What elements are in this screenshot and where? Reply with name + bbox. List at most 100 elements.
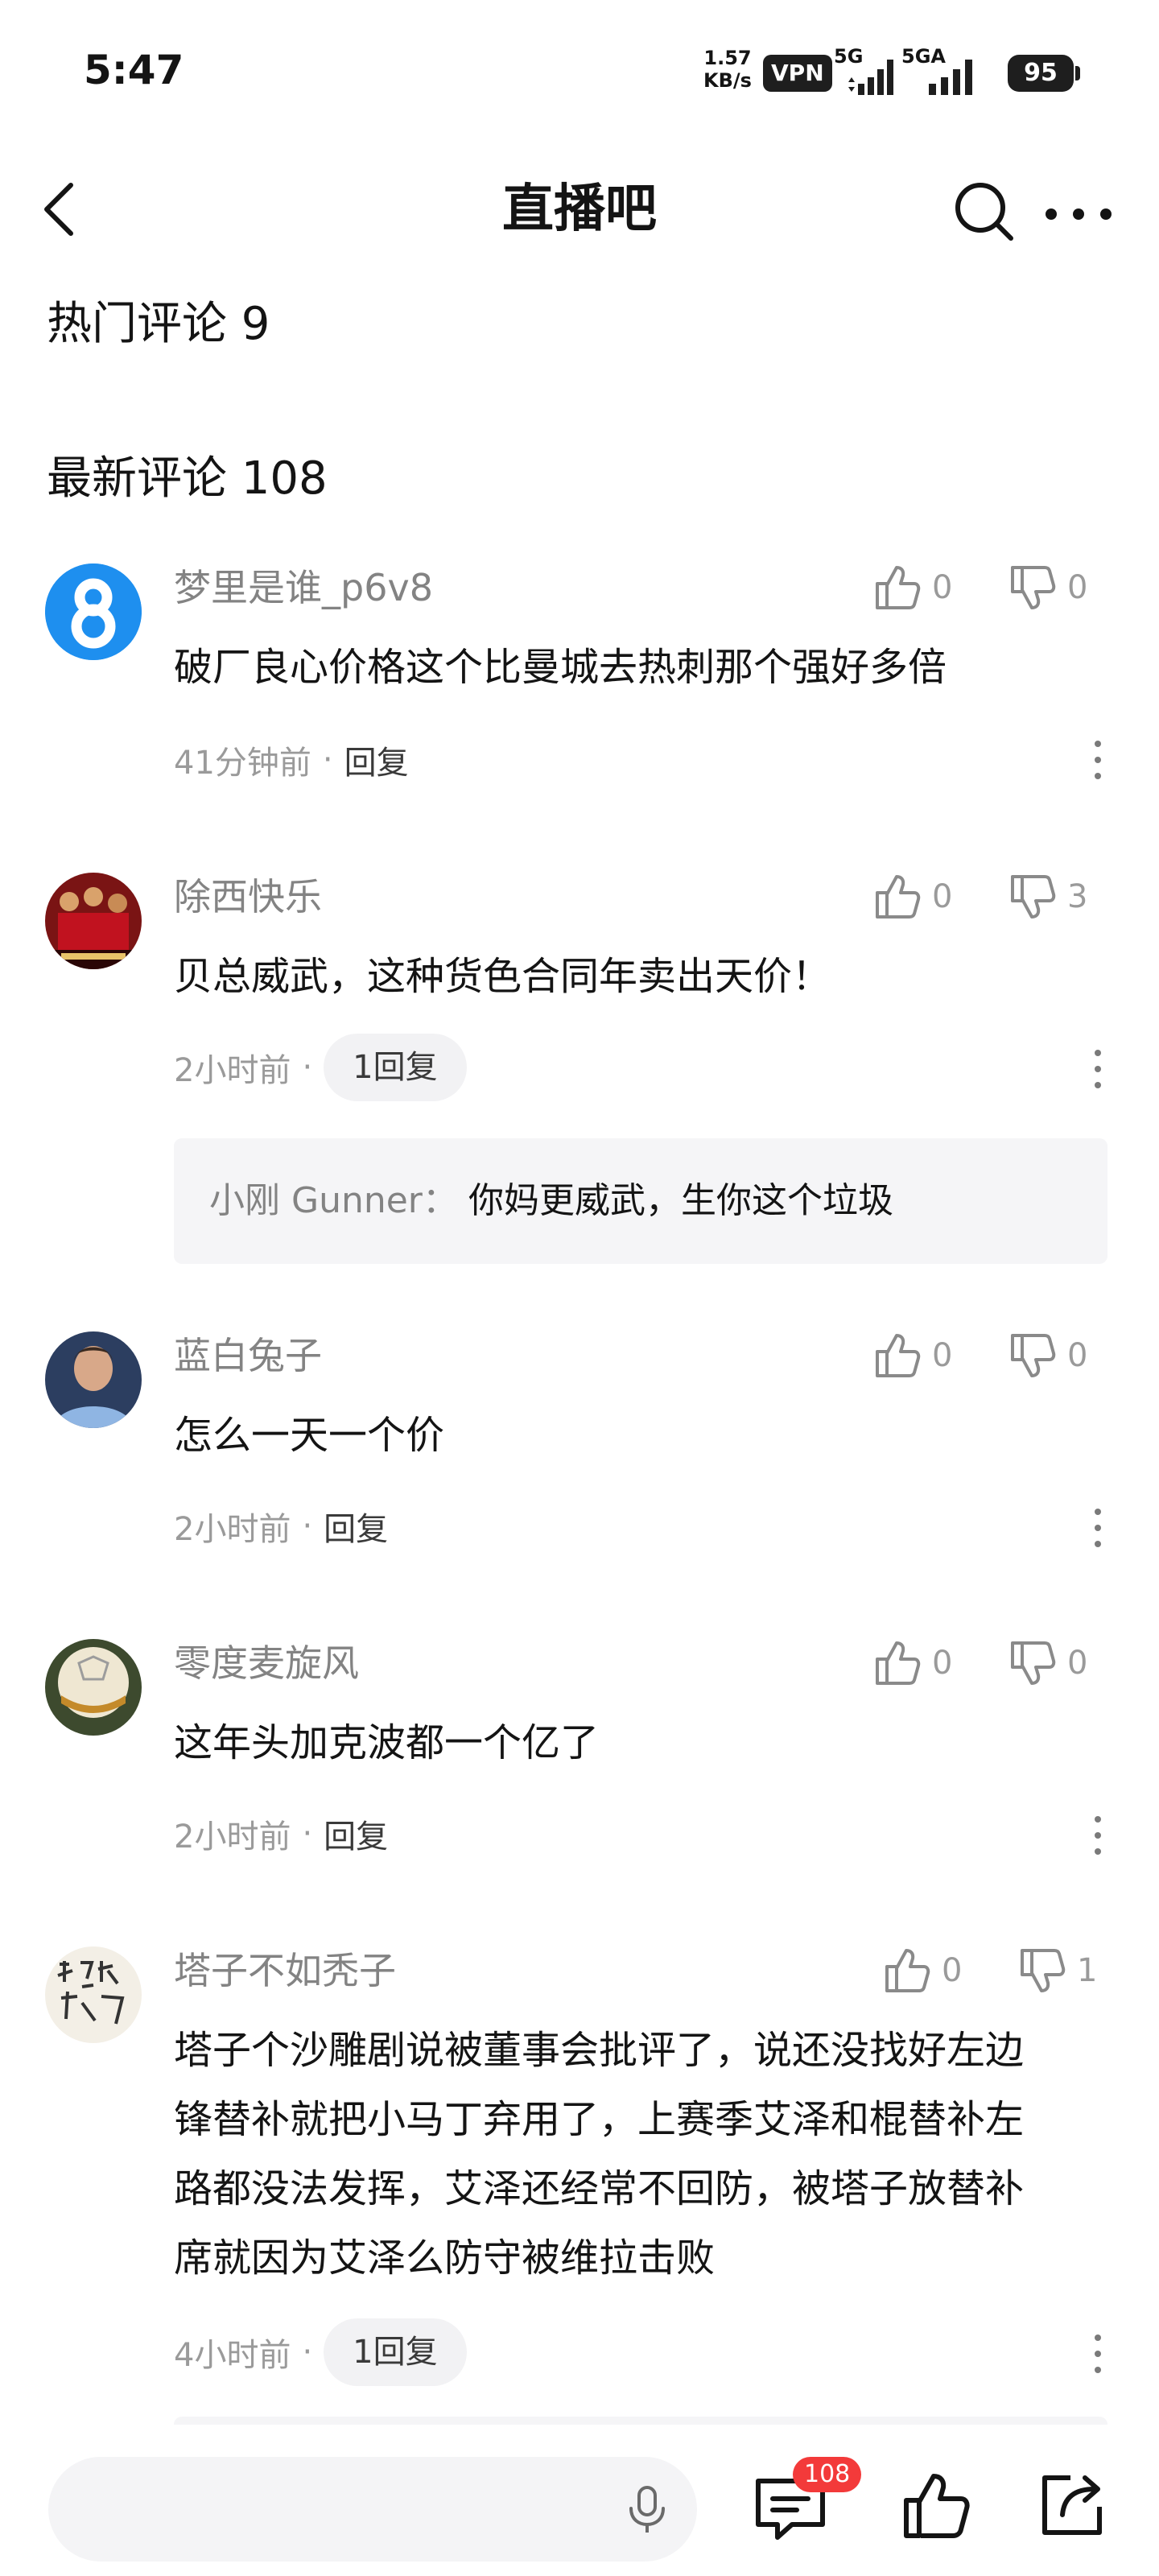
thumbs-down-icon [1011, 875, 1056, 919]
avatar[interactable] [45, 1946, 142, 2043]
comment-content: 破厂良心价格这个比曼城去热刺那个强好多倍 [174, 645, 947, 690]
dislike-count: 0 [1067, 1645, 1088, 1682]
comment-username[interactable]: 蓝白兔子 [174, 1331, 322, 1380]
comment-username[interactable]: 除西快乐 [174, 873, 322, 921]
like-vote[interactable]: 0 [884, 1946, 962, 1995]
battery-indicator: 95 [1008, 55, 1080, 92]
thumbs-up-icon [876, 1334, 921, 1377]
comment-meta: 41分钟前 · 回复 [174, 726, 409, 794]
comment-meta: 2小时前 · 回复 [174, 1800, 388, 1868]
replies-count-button[interactable]: 1回复 [324, 1034, 467, 1101]
microphone-icon[interactable] [623, 2484, 671, 2534]
comment-meta: 2小时前 · 1回复 [174, 1034, 467, 1101]
comment-username[interactable]: 梦里是谁_p6v8 [174, 564, 433, 612]
thumbs-up-icon [904, 2474, 970, 2538]
dislike-vote[interactable]: 1 [1019, 1946, 1097, 1995]
avatar[interactable] [45, 1639, 142, 1736]
comment-username[interactable]: 塔子不如秃子 [174, 1946, 396, 1995]
sub-reply-author[interactable]: 小刚 Gunner： [209, 1174, 458, 1228]
comment-content: 怎么一天一个价 [174, 1413, 445, 1458]
reply-button[interactable]: 回复 [324, 1503, 388, 1550]
network-speed: 1.57 KB/s [703, 47, 752, 92]
signal-5ga: 5GA [901, 45, 990, 95]
comment-username[interactable]: 零度麦旋风 [174, 1639, 359, 1687]
avatar[interactable] [45, 873, 142, 969]
more-button[interactable] [1038, 177, 1119, 245]
thumbs-up-icon [885, 1949, 930, 1992]
avatar-team-photo-icon [45, 873, 142, 969]
avatar-football-icon [45, 1639, 142, 1736]
separator-dot: · [302, 1049, 313, 1086]
thumbs-up-icon [876, 1641, 921, 1685]
separator-dot: · [302, 1815, 313, 1852]
dislike-vote[interactable]: 3 [1009, 873, 1087, 921]
separator-dot: · [302, 1508, 313, 1545]
share-button[interactable] [1038, 2470, 1107, 2539]
like-count: 0 [932, 569, 953, 606]
signal-bars-icon [848, 60, 893, 95]
avatar-calligraphy-icon [45, 1946, 142, 2043]
like-count: 0 [932, 1337, 953, 1374]
reply-button[interactable]: 回复 [344, 737, 409, 783]
comment-count-badge: 108 [793, 2457, 862, 2492]
comment-time: 2小时前 [174, 1818, 291, 1856]
comment-content: 这年头加克波都一个亿了 [174, 1720, 600, 1765]
sub-reply-preview[interactable]: 小刚 Gunner： 你妈更威武，生你这个垃圾 [174, 1138, 1107, 1264]
avatar[interactable] [45, 564, 142, 660]
more-vertical-icon[interactable] [1091, 2330, 1104, 2378]
separator-dot: · [322, 741, 333, 778]
dislike-count: 0 [1067, 569, 1088, 606]
dislike-count: 3 [1067, 878, 1088, 915]
like-count: 0 [942, 1952, 963, 1989]
avatar-number-8-icon [45, 564, 142, 660]
more-vertical-icon[interactable] [1091, 736, 1104, 784]
comment-meta: 2小时前 · 回复 [174, 1492, 388, 1560]
more-vertical-icon[interactable] [1091, 1811, 1104, 1860]
latest-comments-heading: 最新评论 108 [47, 452, 328, 505]
like-vote[interactable]: 0 [874, 564, 952, 612]
dislike-vote[interactable]: 0 [1009, 1331, 1087, 1380]
avatar[interactable] [45, 1331, 142, 1428]
like-vote[interactable]: 0 [874, 1639, 952, 1687]
dislike-vote[interactable]: 0 [1009, 1639, 1087, 1687]
like-count: 0 [932, 878, 953, 915]
comment-input[interactable] [48, 2457, 697, 2562]
thumbs-up-icon [876, 566, 921, 609]
separator-dot: · [302, 2334, 313, 2371]
signal-bars-icon [929, 60, 972, 95]
bottom-action-bar: 108 [0, 2425, 1159, 2576]
comment-time: 41分钟前 [174, 745, 311, 782]
thumbs-down-icon [1011, 1334, 1056, 1377]
app-header: 直播吧 [0, 153, 1159, 274]
like-post-button[interactable] [901, 2471, 971, 2541]
dislike-count: 0 [1067, 1337, 1088, 1374]
network-speed-value: 1.57 [703, 47, 752, 69]
comment-content-line: 席就因为艾泽么防守被维拉击败 [174, 2235, 716, 2281]
like-vote[interactable]: 0 [874, 873, 952, 921]
comment-meta: 4小时前 · 1回复 [174, 2318, 467, 2386]
sub-reply-text: 你妈更威武，生你这个垃圾 [468, 1180, 893, 1221]
status-bar: 5:47 1.57 KB/s VPN 5G 5GA 95 [0, 0, 1159, 145]
search-button[interactable] [950, 177, 1017, 245]
reply-button[interactable]: 回复 [324, 1810, 388, 1857]
thumbs-down-icon [1011, 566, 1056, 609]
comment-content: 贝总威武，这种货色合同年卖出天价！ [174, 954, 831, 999]
more-vertical-icon[interactable] [1091, 1504, 1104, 1552]
comment-content-line: 塔子个沙雕剧说被董事会批评了，说还没找好左边 [174, 2028, 1025, 2073]
comment-content-line: 路都没法发挥，艾泽还经常不回防，被塔子放替补 [174, 2166, 1025, 2211]
search-icon [955, 183, 1013, 241]
comment-content: 塔子个沙雕剧说被董事会批评了，说还没找好左边 锋替补就把小马丁弃用了，上赛季艾泽… [174, 2016, 1107, 2293]
comment-time: 4小时前 [174, 2337, 291, 2374]
more-horizontal-icon [1046, 208, 1112, 220]
signal-5g: 5G [834, 45, 898, 95]
hot-comments-heading[interactable]: 热门评论 9 [47, 296, 270, 353]
share-icon [1042, 2475, 1102, 2535]
vpn-badge: VPN [763, 55, 832, 92]
like-vote[interactable]: 0 [874, 1331, 952, 1380]
replies-count-button[interactable]: 1回复 [324, 2318, 467, 2386]
more-vertical-icon[interactable] [1091, 1045, 1104, 1093]
thumbs-down-icon [1021, 1949, 1066, 1992]
comment-time: 2小时前 [174, 1511, 291, 1548]
thumbs-up-icon [876, 875, 921, 919]
dislike-vote[interactable]: 0 [1009, 564, 1087, 612]
